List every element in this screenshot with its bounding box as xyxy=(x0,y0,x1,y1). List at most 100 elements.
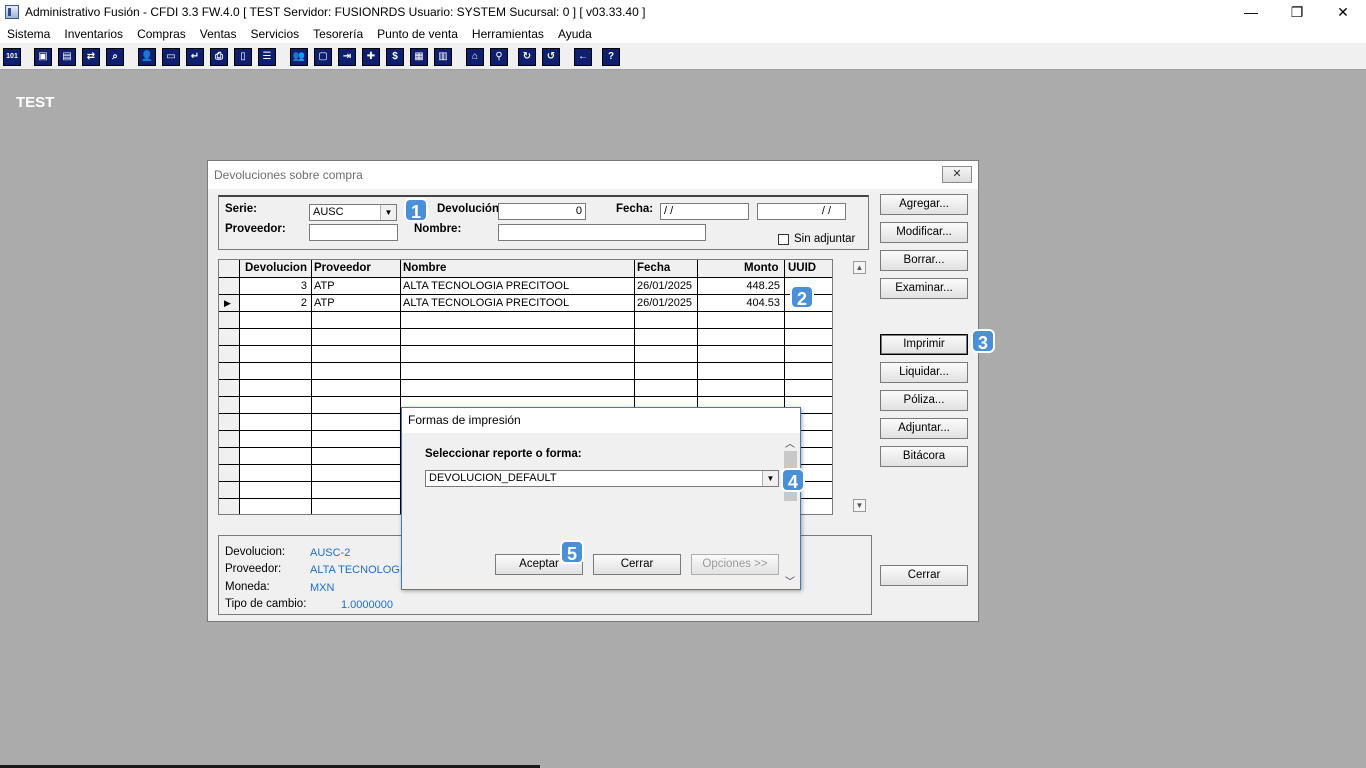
cell-fecha: 26/01/2025 xyxy=(637,280,693,292)
export-icon[interactable]: ⇥ xyxy=(338,48,356,66)
grid-scrollbar[interactable]: ▲ ▼ xyxy=(851,259,868,515)
report-icon[interactable]: ▦ xyxy=(410,48,428,66)
bitacora-button[interactable]: Bitácora xyxy=(880,446,968,467)
folder-icon[interactable]: ▭ xyxy=(162,48,180,66)
proveedor-input[interactable] xyxy=(309,224,398,241)
current-row-marker: ▶ xyxy=(224,298,231,308)
scroll-up-icon[interactable]: ︿ xyxy=(785,435,795,450)
add-icon[interactable]: ✚ xyxy=(362,48,380,66)
table-row[interactable]: ▶ 2 ATP ALTA TECNOLOGIA PRECITOOL 26/01/… xyxy=(219,295,832,312)
minimize-button[interactable]: — xyxy=(1228,0,1274,24)
restore-button[interactable]: ❐ xyxy=(1274,0,1320,24)
table-row[interactable] xyxy=(219,329,832,346)
chevron-down-icon[interactable]: ▼ xyxy=(380,205,396,220)
menu-sistema[interactable]: Sistema xyxy=(0,27,57,41)
list-icon[interactable]: ☰ xyxy=(258,48,276,66)
cell-monto: 448.25 xyxy=(746,280,780,292)
copy-icon[interactable]: ▣ xyxy=(34,48,52,66)
cell-nombre: ALTA TECNOLOGIA PRECITOOL xyxy=(403,280,570,292)
menu-punto-de-venta[interactable]: Punto de venta xyxy=(370,27,465,41)
imprimir-button[interactable]: Imprimir xyxy=(880,334,968,355)
back-icon[interactable]: ← xyxy=(574,48,592,66)
fecha-from-input[interactable]: / / xyxy=(660,203,749,220)
calendar-icon[interactable]: 101 xyxy=(3,48,21,66)
serie-combo[interactable]: AUSC ▼ xyxy=(309,204,397,221)
examinar-button[interactable]: Examinar... xyxy=(880,278,968,299)
row-indicator xyxy=(219,312,239,328)
col-uuid[interactable]: UUID xyxy=(788,262,816,274)
row-indicator xyxy=(219,346,239,362)
table-row[interactable] xyxy=(219,312,832,329)
transfer-icon[interactable]: ⇄ xyxy=(82,48,100,66)
modificar-button[interactable]: Modificar... xyxy=(880,222,968,243)
table-row[interactable] xyxy=(219,346,832,363)
cerrar-button[interactable]: Cerrar xyxy=(880,565,968,586)
print-dialog-scrollbar[interactable]: ︿ ﹀ xyxy=(782,433,799,589)
row-indicator xyxy=(219,482,239,498)
table-icon[interactable]: ▥ xyxy=(434,48,452,66)
step-badge-1: 1 xyxy=(404,198,428,222)
report-select[interactable]: DEVOLUCION_DEFAULT ▼ xyxy=(425,470,779,487)
box-icon[interactable]: ▢ xyxy=(314,48,332,66)
col-nombre[interactable]: Nombre xyxy=(403,262,446,274)
devolucion-label: Devolución: xyxy=(437,203,503,215)
row-indicator xyxy=(219,465,239,481)
cell-devolucion: 2 xyxy=(300,297,307,309)
table-row[interactable] xyxy=(219,363,832,380)
menu-ayuda[interactable]: Ayuda xyxy=(551,27,599,41)
home-icon[interactable]: ⌂ xyxy=(466,48,484,66)
toolbar: 101 ▣ ▤ ⇄ ⌕ 👤 ▭ ↵ ⎙ ▯ ☰ 👥 ▢ ⇥ ✚ $ ▦ ▥ ⌂ ⚲ ↻ ↺ ←? xyxy=(0,43,1366,70)
menu-inventarios[interactable]: Inventarios xyxy=(57,27,130,41)
col-proveedor[interactable]: Proveedor xyxy=(314,262,371,274)
filter-panel: Serie: AUSC ▼ Devolución: 0 Fecha: / / /… xyxy=(218,195,869,250)
close-button[interactable]: ✕ xyxy=(1320,0,1366,24)
poliza-button[interactable]: Póliza... xyxy=(880,390,968,411)
devolucion-input[interactable]: 0 xyxy=(498,203,586,220)
fecha-to-input[interactable]: / / xyxy=(757,203,846,220)
scroll-down-icon[interactable]: ﹀ xyxy=(785,573,795,588)
people-icon[interactable]: 👥 xyxy=(290,48,308,66)
cell-nombre: ALTA TECNOLOGIA PRECITOOL xyxy=(403,297,570,309)
undo-icon[interactable]: ↺ xyxy=(542,48,560,66)
document-icon[interactable]: ▯ xyxy=(234,48,252,66)
scroll-down-icon[interactable]: ▼ xyxy=(853,499,866,512)
workspace-label: TEST xyxy=(16,94,55,111)
import-icon[interactable]: ↵ xyxy=(186,48,204,66)
menu-herramientas[interactable]: Herramientas xyxy=(465,27,551,41)
menu-servicios[interactable]: Servicios xyxy=(243,27,306,41)
liquidar-button[interactable]: Liquidar... xyxy=(880,362,968,383)
dialog-close-button[interactable]: ✕ xyxy=(942,166,972,183)
cell-devolucion: 3 xyxy=(300,280,307,292)
print-cerrar-button[interactable]: Cerrar xyxy=(593,554,681,575)
help-icon[interactable]: ? xyxy=(602,48,620,66)
detail-moneda-value: MXN xyxy=(310,582,335,594)
menu-compras[interactable]: Compras xyxy=(130,27,193,41)
scroll-up-icon[interactable]: ▲ xyxy=(853,261,866,274)
menu-tesoreria[interactable]: Tesorería xyxy=(306,27,370,41)
print-icon[interactable]: ⎙ xyxy=(210,48,228,66)
zoom-icon[interactable]: ⚲ xyxy=(490,48,508,66)
col-devolucion[interactable]: Devolucion xyxy=(245,262,307,274)
search-doc-icon[interactable]: ⌕ xyxy=(106,48,124,66)
opciones-button[interactable]: Opciones >> xyxy=(691,554,779,575)
sin-adjuntar-checkbox[interactable] xyxy=(778,234,789,245)
row-indicator xyxy=(219,397,239,413)
clipboard-icon[interactable]: ▤ xyxy=(58,48,76,66)
table-row[interactable] xyxy=(219,380,832,397)
col-monto[interactable]: Monto xyxy=(744,262,778,274)
cell-monto: 404.53 xyxy=(746,297,780,309)
adjuntar-button[interactable]: Adjuntar... xyxy=(880,418,968,439)
chevron-down-icon[interactable]: ▼ xyxy=(762,471,778,486)
proveedor-label: Proveedor: xyxy=(225,223,286,235)
nombre-label: Nombre: xyxy=(414,223,462,235)
serie-label: Serie: xyxy=(225,203,257,215)
nombre-input[interactable] xyxy=(498,224,706,241)
user-icon[interactable]: 👤 xyxy=(138,48,156,66)
table-row[interactable]: 3 ATP ALTA TECNOLOGIA PRECITOOL 26/01/20… xyxy=(219,278,832,295)
money-icon[interactable]: $ xyxy=(386,48,404,66)
refresh-icon[interactable]: ↻ xyxy=(518,48,536,66)
menu-ventas[interactable]: Ventas xyxy=(193,27,244,41)
borrar-button[interactable]: Borrar... xyxy=(880,250,968,271)
agregar-button[interactable]: Agregar... xyxy=(880,194,968,215)
col-fecha[interactable]: Fecha xyxy=(637,262,670,274)
